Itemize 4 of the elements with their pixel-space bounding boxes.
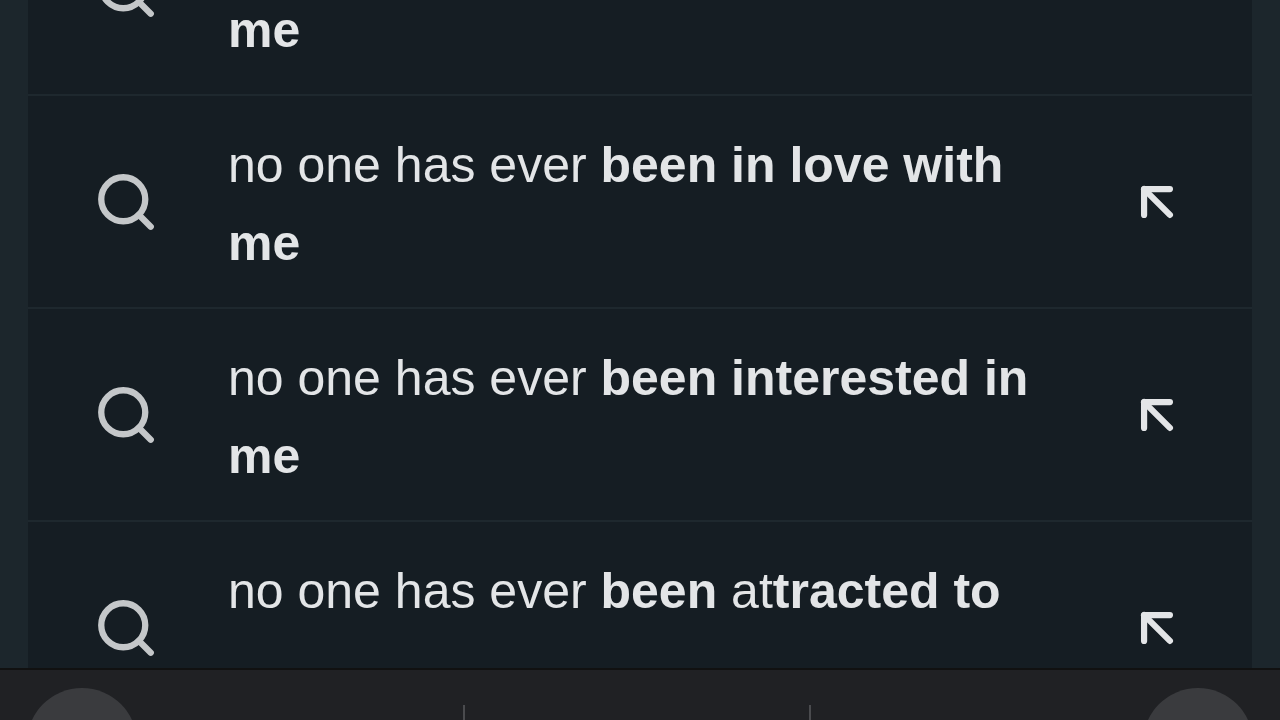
suggestion-text[interactable]: no one has ever been interested in me: [228, 339, 1062, 495]
suggestion-text[interactable]: me: [228, 0, 1062, 69]
suggestion-text[interactable]: no one has ever been in love with me: [228, 126, 1062, 282]
suggestion-text[interactable]: no one has ever been attracted to: [228, 552, 1062, 630]
